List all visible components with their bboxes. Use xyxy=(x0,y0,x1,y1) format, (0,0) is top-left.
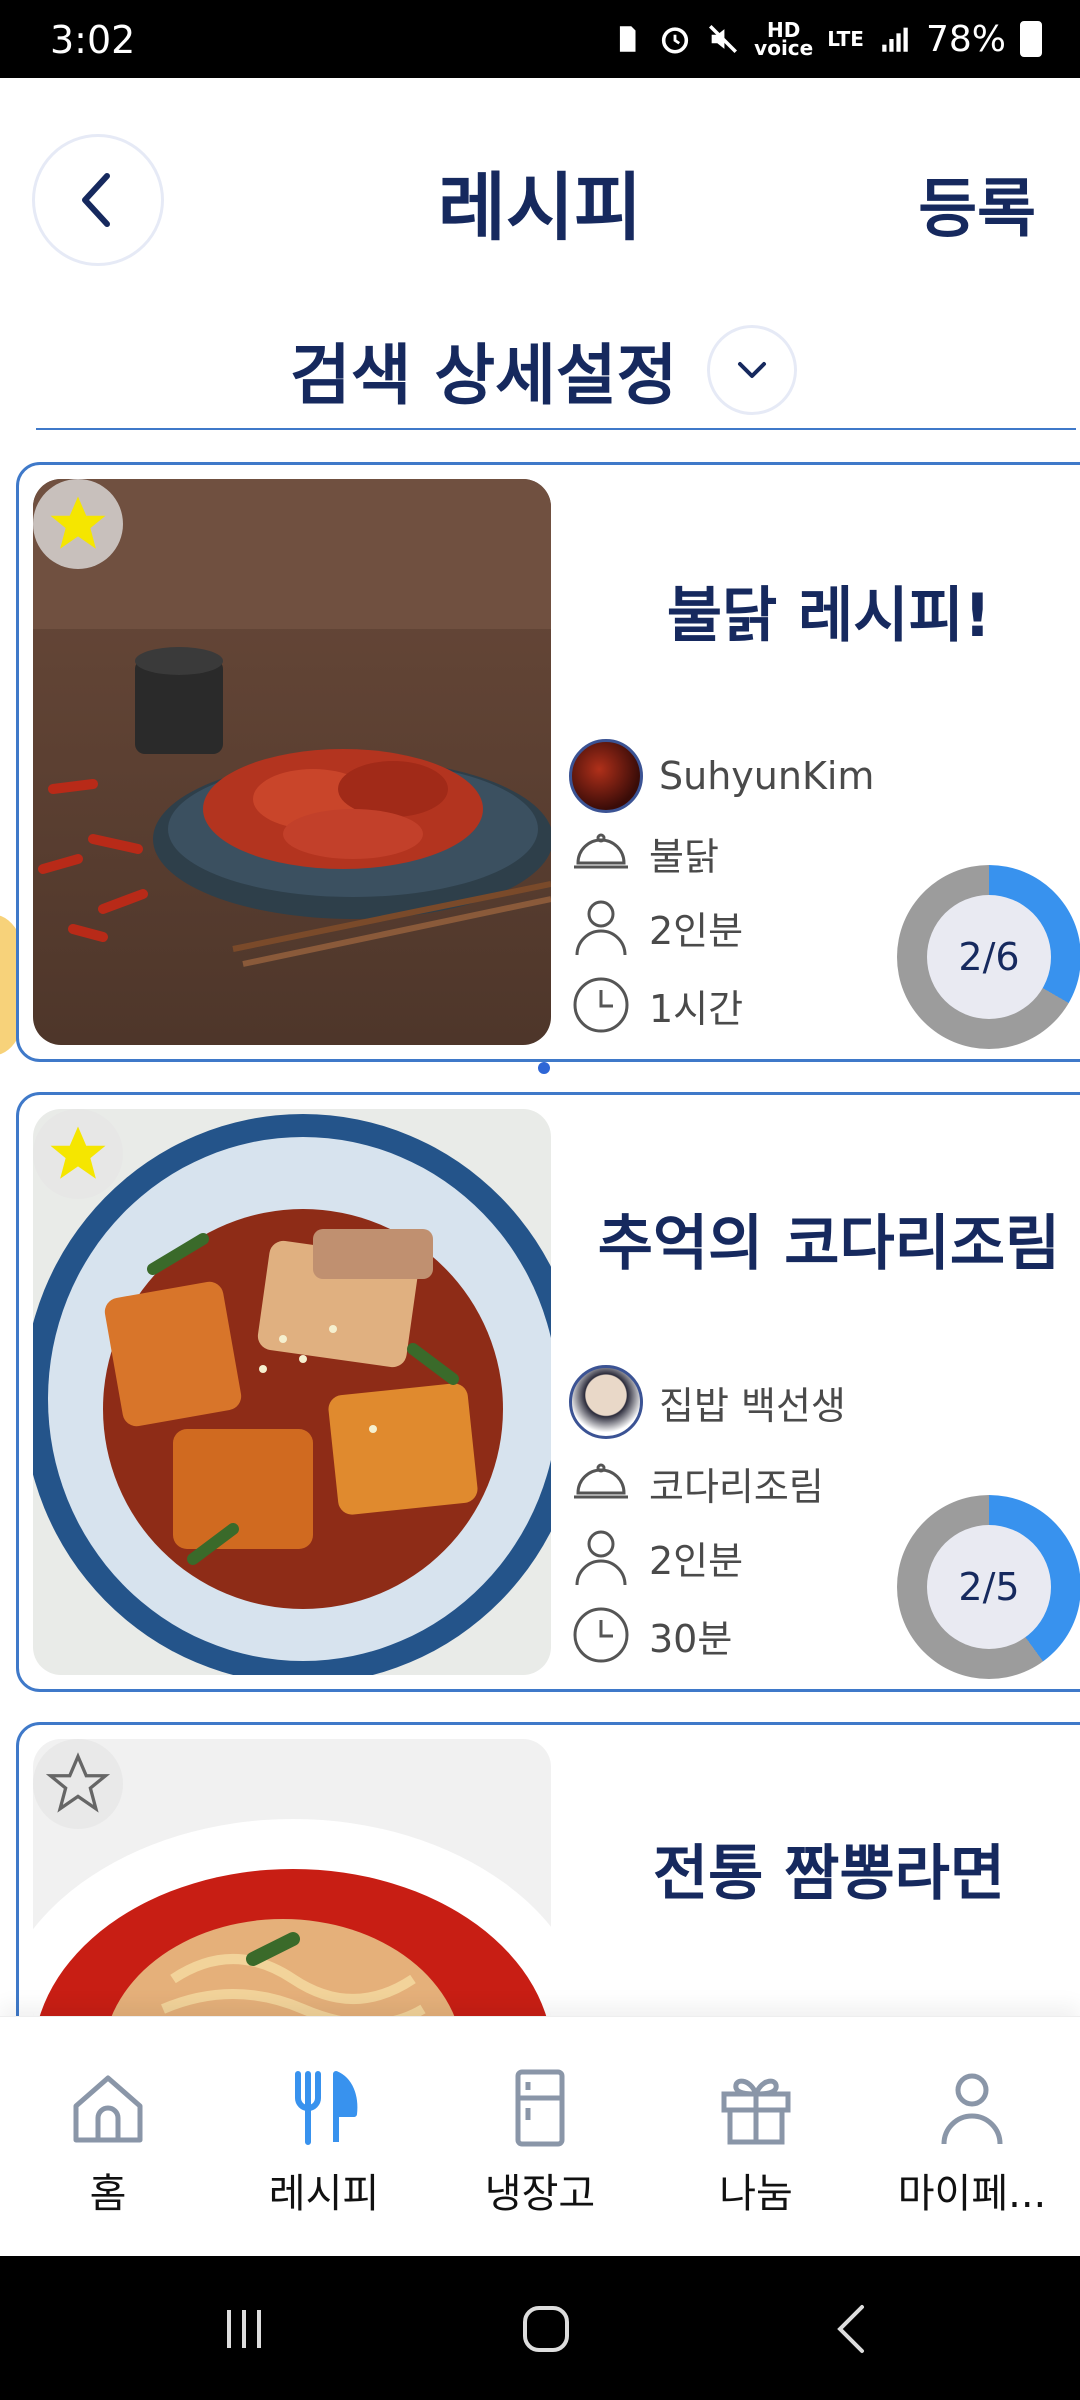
author-name: SuhyunKim xyxy=(659,754,875,798)
avatar xyxy=(569,1365,643,1439)
recipe-title: 추억의 코다리조림 xyxy=(597,1209,1061,1279)
progress-ring: 2/5 xyxy=(897,1495,1080,1679)
nav-fridge[interactable]: 냉장고 xyxy=(432,2017,648,2257)
progress-text: 2/5 xyxy=(927,1525,1051,1649)
favorite-button[interactable] xyxy=(33,1739,123,1829)
nav-home[interactable]: 홈 xyxy=(0,2017,216,2257)
author-row: 집밥 백선생 xyxy=(569,1365,846,1439)
fridge-icon xyxy=(495,2063,585,2153)
nav-label: 냉장고 xyxy=(484,2171,596,2217)
servings-row: 2인분 xyxy=(569,1525,743,1589)
person-icon xyxy=(569,895,633,959)
status-icons: HD voice LTE 78% xyxy=(610,14,1042,64)
star-outline-icon xyxy=(45,1752,111,1813)
servings-row: 2인분 xyxy=(569,895,743,959)
register-button[interactable]: 등록 xyxy=(918,158,1036,250)
signal-icon xyxy=(882,27,908,52)
battery-percent: 78% xyxy=(925,18,1006,60)
alarm-icon xyxy=(662,27,689,54)
recipe-photo xyxy=(33,479,551,1045)
home-icon xyxy=(63,2063,153,2153)
nav-label: 레시피 xyxy=(268,2171,380,2217)
recipe-photo xyxy=(33,1109,551,1675)
search-settings-toggle[interactable] xyxy=(707,325,798,415)
author-row: SuhyunKim xyxy=(569,739,874,813)
dish-name: 코다리조림 xyxy=(649,1464,824,1509)
gift-icon xyxy=(711,2063,801,2153)
home-circle-icon xyxy=(523,2306,569,2352)
nav-mypage[interactable]: 마이페... xyxy=(864,2017,1080,2257)
progress-ring: 2/6 xyxy=(897,865,1080,1049)
recipe-title: 불닭 레시피! xyxy=(666,581,992,651)
clock-icon xyxy=(569,1603,633,1667)
dish-row: 코다리조림 xyxy=(569,1451,824,1515)
search-settings[interactable]: 검색 상세설정 xyxy=(290,322,798,418)
status-time: 3:02 xyxy=(50,18,136,62)
star-filled-icon xyxy=(50,496,106,549)
cloche-icon xyxy=(569,1451,633,1515)
sd-card-icon xyxy=(620,26,636,52)
system-navigation-bar xyxy=(0,2256,1080,2400)
back-arrow-icon xyxy=(837,2305,864,2353)
servings: 2인분 xyxy=(649,908,744,953)
divider xyxy=(36,428,1076,430)
decorative-dot xyxy=(538,1062,550,1074)
cloche-icon xyxy=(569,821,633,885)
recipe-title: 전통 짬뽕라면 xyxy=(652,1839,1006,1909)
time-row: 30분 xyxy=(569,1603,732,1667)
hd-voice-icon: HD voice xyxy=(754,18,814,60)
cook-time: 30분 xyxy=(649,1616,733,1661)
dish-row: 불닭 xyxy=(569,821,719,885)
dish-name: 불닭 xyxy=(649,834,719,879)
network-type: LTE xyxy=(827,27,864,51)
home-button[interactable] xyxy=(506,2294,586,2364)
kodari-photo xyxy=(33,1109,551,1675)
status-bar: 3:02 HD voice LTE 78% xyxy=(0,0,1080,78)
search-settings-label: 검색 상세설정 xyxy=(290,337,678,414)
recent-apps-icon xyxy=(227,2310,261,2348)
cook-time: 1시간 xyxy=(649,986,744,1031)
nav-share[interactable]: 나눔 xyxy=(648,2017,864,2257)
battery-icon xyxy=(1020,21,1042,57)
time-row: 1시간 xyxy=(569,973,743,1037)
nav-recipe[interactable]: 레시피 xyxy=(216,2017,432,2257)
person-icon xyxy=(927,2063,1017,2153)
clock-icon xyxy=(569,973,633,1037)
favorite-button[interactable] xyxy=(33,1109,123,1199)
bottom-navigation: 홈 레시피 냉장고 나눔 마이페... xyxy=(0,2016,1080,2256)
servings: 2인분 xyxy=(649,1538,744,1583)
chevron-down-icon xyxy=(738,362,767,378)
nav-label: 마이페... xyxy=(897,2171,1047,2217)
buldak-photo xyxy=(33,479,551,1045)
recent-apps-button[interactable] xyxy=(204,2294,284,2364)
nav-label: 홈 xyxy=(89,2171,127,2217)
recipe-card[interactable]: 불닭 레시피! SuhyunKim 불닭 2인분 1시간 2/6 xyxy=(16,462,1080,1062)
nav-label: 나눔 xyxy=(719,2171,793,2217)
avatar xyxy=(569,739,643,813)
system-back-button[interactable] xyxy=(812,2294,892,2364)
person-icon xyxy=(569,1525,633,1589)
author-name: 집밥 백선생 xyxy=(659,1383,846,1428)
progress-text: 2/6 xyxy=(927,895,1051,1019)
recipe-card[interactable]: 추억의 코다리조림 집밥 백선생 코다리조림 2인분 30분 2/5 xyxy=(16,1092,1080,1692)
favorite-button[interactable] xyxy=(33,479,123,569)
fork-knife-icon xyxy=(279,2063,369,2153)
mute-icon xyxy=(709,24,738,54)
star-filled-icon xyxy=(50,1126,106,1179)
